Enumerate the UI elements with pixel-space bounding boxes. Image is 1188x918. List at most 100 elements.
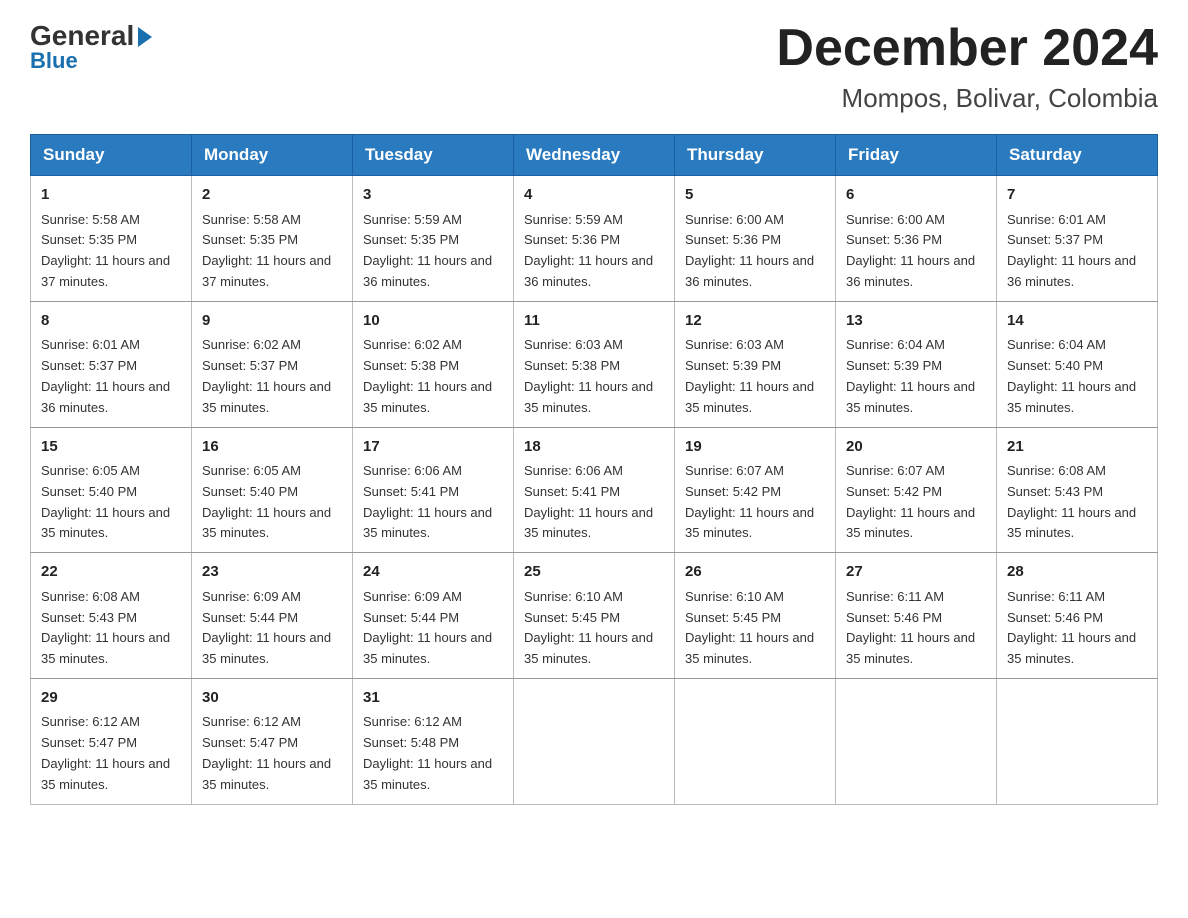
day-info: Sunrise: 6:05 AMSunset: 5:40 PMDaylight:… [202,463,331,540]
calendar-cell: 23 Sunrise: 6:09 AMSunset: 5:44 PMDayligh… [192,553,353,679]
calendar-cell: 25Sunrise: 6:10 AMSunset: 5:45 PMDayligh… [514,553,675,679]
calendar-cell: 3Sunrise: 5:59 AMSunset: 5:35 PMDaylight… [353,176,514,302]
day-number: 30 [202,687,342,710]
day-info: Sunrise: 5:59 AMSunset: 5:36 PMDaylight:… [524,212,653,289]
day-number: 18 [524,436,664,459]
calendar-cell: 30Sunrise: 6:12 AMSunset: 5:47 PMDayligh… [192,678,353,804]
day-info: Sunrise: 6:00 AMSunset: 5:36 PMDaylight:… [846,212,975,289]
day-number: 5 [685,184,825,207]
calendar-cell: 15 Sunrise: 6:05 AMSunset: 5:40 PMDayligh… [31,427,192,553]
calendar-cell [675,678,836,804]
day-number: 31 [363,687,503,710]
calendar-cell: 20 Sunrise: 6:07 AMSunset: 5:42 PMDayligh… [836,427,997,553]
day-info: Sunrise: 6:02 AMSunset: 5:38 PMDaylight:… [363,337,492,414]
day-info: Sunrise: 6:08 AMSunset: 5:43 PMDaylight:… [1007,463,1136,540]
day-info: Sunrise: 6:09 AMSunset: 5:44 PMDaylight:… [202,589,331,666]
day-info: Sunrise: 6:02 AMSunset: 5:37 PMDaylight:… [202,337,331,414]
calendar-week-5: 29 Sunrise: 6:12 AMSunset: 5:47 PMDayligh… [31,678,1158,804]
calendar-week-2: 8 Sunrise: 6:01 AMSunset: 5:37 PMDaylight… [31,301,1158,427]
calendar-week-1: 1 Sunrise: 5:58 AMSunset: 5:35 PMDaylight… [31,176,1158,302]
logo-arrow-icon [138,27,152,47]
day-number: 19 [685,436,825,459]
calendar-cell [514,678,675,804]
day-number: 14 [1007,310,1147,333]
calendar-cell: 19 Sunrise: 6:07 AMSunset: 5:42 PMDayligh… [675,427,836,553]
day-info: Sunrise: 6:11 AMSunset: 5:46 PMDaylight:… [846,589,975,666]
calendar-week-4: 22Sunrise: 6:08 AMSunset: 5:43 PMDayligh… [31,553,1158,679]
calendar-cell: 27 Sunrise: 6:11 AMSunset: 5:46 PMDayligh… [836,553,997,679]
calendar-cell [836,678,997,804]
day-number: 6 [846,184,986,207]
calendar-cell: 24 Sunrise: 6:09 AMSunset: 5:44 PMDayligh… [353,553,514,679]
calendar-cell: 12Sunrise: 6:03 AMSunset: 5:39 PMDayligh… [675,301,836,427]
day-number: 10 [363,310,503,333]
day-number: 28 [1007,561,1147,584]
calendar-header-friday: Friday [836,135,997,176]
calendar-cell: 21 Sunrise: 6:08 AMSunset: 5:43 PMDayligh… [997,427,1158,553]
calendar-header-thursday: Thursday [675,135,836,176]
day-info: Sunrise: 5:58 AMSunset: 5:35 PMDaylight:… [202,212,331,289]
day-info: Sunrise: 6:05 AMSunset: 5:40 PMDaylight:… [41,463,170,540]
day-number: 2 [202,184,342,207]
calendar-header-tuesday: Tuesday [353,135,514,176]
day-info: Sunrise: 6:06 AMSunset: 5:41 PMDaylight:… [363,463,492,540]
day-number: 7 [1007,184,1147,207]
calendar-cell: 17 Sunrise: 6:06 AMSunset: 5:41 PMDayligh… [353,427,514,553]
calendar-cell: 9Sunrise: 6:02 AMSunset: 5:37 PMDaylight… [192,301,353,427]
day-number: 8 [41,310,181,333]
calendar-cell: 8 Sunrise: 6:01 AMSunset: 5:37 PMDaylight… [31,301,192,427]
day-number: 17 [363,436,503,459]
calendar-header-saturday: Saturday [997,135,1158,176]
title-block: December 2024 Mompos, Bolivar, Colombia [776,20,1158,114]
day-info: Sunrise: 5:58 AMSunset: 5:35 PMDaylight:… [41,212,170,289]
day-info: Sunrise: 6:06 AMSunset: 5:41 PMDaylight:… [524,463,653,540]
location-title: Mompos, Bolivar, Colombia [776,83,1158,114]
logo: General Blue [30,20,152,74]
day-info: Sunrise: 6:03 AMSunset: 5:39 PMDaylight:… [685,337,814,414]
day-info: Sunrise: 6:01 AMSunset: 5:37 PMDaylight:… [41,337,170,414]
day-number: 25 [524,561,664,584]
day-info: Sunrise: 6:01 AMSunset: 5:37 PMDaylight:… [1007,212,1136,289]
day-number: 4 [524,184,664,207]
day-number: 24 [363,561,503,584]
calendar-cell: 28Sunrise: 6:11 AMSunset: 5:46 PMDayligh… [997,553,1158,679]
month-title: December 2024 [776,20,1158,77]
day-info: Sunrise: 5:59 AMSunset: 5:35 PMDaylight:… [363,212,492,289]
day-number: 21 [1007,436,1147,459]
day-info: Sunrise: 6:04 AMSunset: 5:40 PMDaylight:… [1007,337,1136,414]
day-number: 1 [41,184,181,207]
day-info: Sunrise: 6:07 AMSunset: 5:42 PMDaylight:… [685,463,814,540]
calendar-cell: 2 Sunrise: 5:58 AMSunset: 5:35 PMDaylight… [192,176,353,302]
day-number: 13 [846,310,986,333]
calendar-cell: 29 Sunrise: 6:12 AMSunset: 5:47 PMDayligh… [31,678,192,804]
calendar-cell: 13Sunrise: 6:04 AMSunset: 5:39 PMDayligh… [836,301,997,427]
day-info: Sunrise: 6:12 AMSunset: 5:48 PMDaylight:… [363,714,492,791]
calendar-cell [997,678,1158,804]
day-info: Sunrise: 6:00 AMSunset: 5:36 PMDaylight:… [685,212,814,289]
calendar-cell: 4 Sunrise: 5:59 AMSunset: 5:36 PMDaylight… [514,176,675,302]
day-number: 29 [41,687,181,710]
day-number: 27 [846,561,986,584]
day-number: 16 [202,436,342,459]
calendar-header-monday: Monday [192,135,353,176]
day-number: 15 [41,436,181,459]
day-info: Sunrise: 6:10 AMSunset: 5:45 PMDaylight:… [685,589,814,666]
day-info: Sunrise: 6:07 AMSunset: 5:42 PMDaylight:… [846,463,975,540]
day-number: 20 [846,436,986,459]
day-info: Sunrise: 6:09 AMSunset: 5:44 PMDaylight:… [363,589,492,666]
calendar-cell: 26 Sunrise: 6:10 AMSunset: 5:45 PMDayligh… [675,553,836,679]
calendar-header-row: SundayMondayTuesdayWednesdayThursdayFrid… [31,135,1158,176]
day-number: 11 [524,310,664,333]
page-header: General Blue December 2024 Mompos, Boliv… [30,20,1158,114]
day-number: 23 [202,561,342,584]
day-info: Sunrise: 6:12 AMSunset: 5:47 PMDaylight:… [41,714,170,791]
calendar-header-wednesday: Wednesday [514,135,675,176]
day-number: 26 [685,561,825,584]
calendar-cell: 6 Sunrise: 6:00 AMSunset: 5:36 PMDaylight… [836,176,997,302]
calendar-cell: 31 Sunrise: 6:12 AMSunset: 5:48 PMDayligh… [353,678,514,804]
calendar-cell: 16 Sunrise: 6:05 AMSunset: 5:40 PMDayligh… [192,427,353,553]
calendar-table: SundayMondayTuesdayWednesdayThursdayFrid… [30,134,1158,804]
calendar-cell: 14 Sunrise: 6:04 AMSunset: 5:40 PMDayligh… [997,301,1158,427]
calendar-cell: 11Sunrise: 6:03 AMSunset: 5:38 PMDayligh… [514,301,675,427]
calendar-cell: 18 Sunrise: 6:06 AMSunset: 5:41 PMDayligh… [514,427,675,553]
